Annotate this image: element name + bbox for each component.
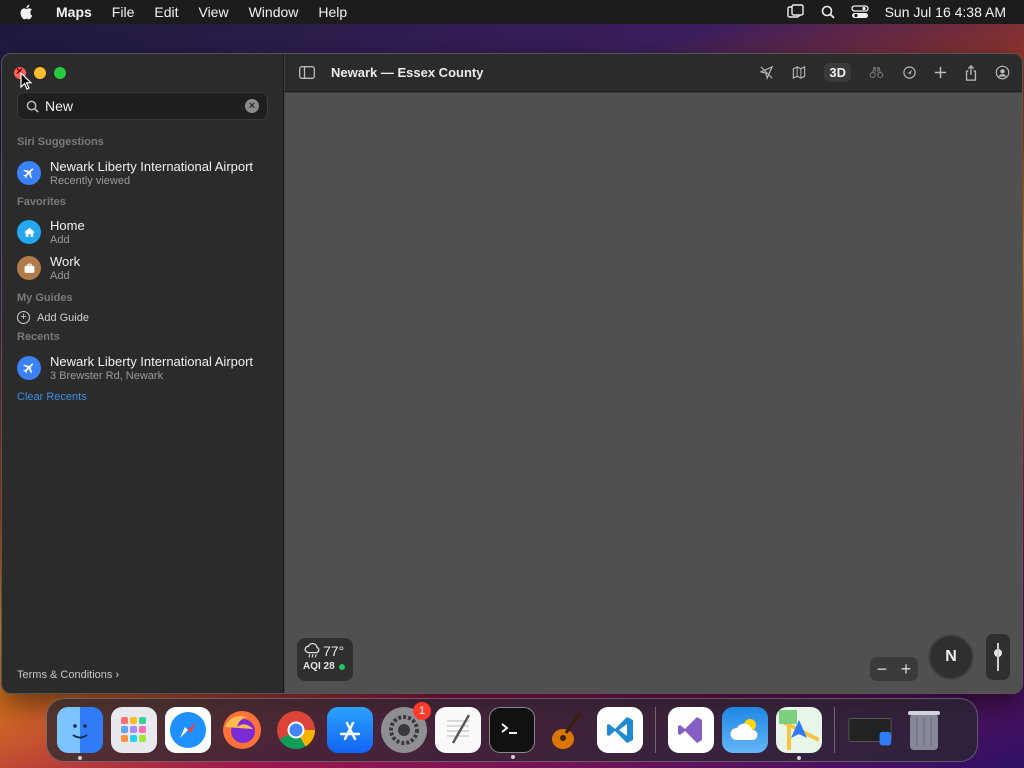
clear-recents-link[interactable]: Clear Recents	[17, 391, 87, 403]
add-icon[interactable]	[934, 66, 947, 79]
control-center-icon[interactable]	[850, 5, 869, 19]
airplane-icon	[17, 161, 41, 185]
menu-app-name[interactable]: Maps	[50, 4, 102, 20]
temperature: 77°	[323, 643, 345, 659]
minimize-window-button[interactable]	[34, 67, 46, 79]
dock-separator	[655, 707, 656, 753]
textedit-icon[interactable]	[435, 707, 481, 753]
menu-view[interactable]: View	[188, 4, 238, 20]
search-input[interactable]	[45, 98, 245, 114]
maps-window: × Siri Suggestions Newark Liberty Intern…	[1, 53, 1023, 694]
clear-search-icon[interactable]: ×	[245, 99, 259, 113]
apple-menu-icon[interactable]	[18, 3, 36, 21]
suggestion-subtitle: Recently viewed	[50, 175, 131, 187]
dock-separator	[834, 707, 835, 753]
zoom-controls: − +	[870, 657, 918, 681]
menu-bar: Maps File Edit View Window Help Sun Jul …	[0, 0, 1024, 24]
weather-widget[interactable]: 77° AQI 28	[297, 638, 353, 681]
aqi-value: AQI 28	[303, 661, 335, 672]
suggestion-title: Newark Liberty International Airport	[50, 159, 254, 174]
maps-app-icon[interactable]	[776, 707, 822, 760]
firefox-icon[interactable]	[219, 707, 265, 753]
downloads-stack-icon[interactable]	[847, 707, 893, 753]
terms-label: Terms & Conditions	[17, 669, 113, 681]
terminal-icon[interactable]	[489, 707, 535, 759]
favorite-title: Home	[50, 218, 85, 233]
aqi-status-dot	[338, 663, 345, 670]
menu-clock[interactable]: Sun Jul 16 4:38 AM	[885, 4, 1006, 20]
app-store-icon[interactable]	[327, 707, 373, 753]
mouse-cursor-icon	[20, 72, 32, 90]
favorite-subtitle: Add	[50, 234, 70, 246]
3d-toggle-button[interactable]: 3D	[824, 63, 851, 82]
rain-cloud-icon	[304, 643, 320, 658]
recent-item[interactable]: Newark Liberty International Airport 3 B…	[17, 352, 277, 384]
add-guide-button[interactable]: + Add Guide	[17, 311, 89, 324]
vscode-icon[interactable]	[597, 707, 643, 753]
compass-north-label: N	[945, 648, 957, 665]
map-mode-icon[interactable]	[791, 65, 807, 80]
siri-suggestion-item[interactable]: Newark Liberty International Airport Rec…	[17, 157, 277, 189]
finder-icon[interactable]	[57, 707, 103, 760]
menu-edit[interactable]: Edit	[144, 4, 188, 20]
garageband-icon[interactable]	[543, 707, 589, 753]
running-indicator	[511, 755, 515, 759]
terms-and-conditions-link[interactable]: Terms & Conditions ›	[17, 669, 119, 681]
favorite-title: Work	[50, 254, 81, 269]
toolbar: Newark — Essex County 3D	[285, 54, 1022, 92]
plus-circle-icon: +	[17, 311, 30, 324]
spotlight-search-icon[interactable]	[821, 5, 835, 19]
weather-app-icon[interactable]	[722, 707, 768, 753]
favorites-heading: Favorites	[17, 196, 66, 208]
chrome-icon[interactable]	[273, 707, 319, 753]
window-title: Newark — Essex County	[331, 65, 484, 80]
zoom-in-button[interactable]: +	[901, 659, 912, 680]
compass[interactable]: N	[928, 634, 974, 680]
tracking-icon[interactable]	[902, 65, 917, 80]
favorite-work[interactable]: Work Add	[17, 252, 277, 284]
running-indicator	[797, 756, 801, 760]
system-settings-icon[interactable]: 1	[381, 702, 431, 753]
running-indicator	[78, 756, 82, 760]
notification-badge: 1	[413, 702, 431, 720]
menu-file[interactable]: File	[102, 4, 145, 20]
zoom-window-button[interactable]	[54, 67, 66, 79]
briefcase-icon	[17, 256, 41, 280]
my-guides-heading: My Guides	[17, 292, 73, 304]
house-icon	[17, 220, 41, 244]
share-icon[interactable]	[964, 64, 978, 81]
favorite-subtitle: Add	[50, 270, 70, 282]
search-icon	[26, 100, 39, 113]
sidebar-toggle-icon[interactable]	[299, 66, 315, 79]
menu-window[interactable]: Window	[239, 4, 309, 20]
launchpad-icon[interactable]	[111, 707, 157, 753]
zoom-out-button[interactable]: −	[877, 659, 888, 680]
chevron-right-icon: ›	[115, 669, 120, 681]
visual-studio-icon[interactable]	[668, 707, 714, 753]
airplane-icon	[17, 356, 41, 380]
recent-subtitle: 3 Brewster Rd, Newark	[50, 370, 164, 382]
search-field[interactable]: ×	[17, 92, 268, 120]
safari-icon[interactable]	[165, 707, 211, 753]
recent-title: Newark Liberty International Airport	[50, 354, 254, 369]
dock: 1	[46, 698, 978, 762]
recents-heading: Recents	[17, 331, 60, 343]
location-arrow-icon[interactable]	[759, 65, 774, 80]
look-around-binoculars-icon[interactable]	[868, 65, 885, 80]
sidebar: × Siri Suggestions Newark Liberty Intern…	[2, 54, 284, 693]
menu-help[interactable]: Help	[308, 4, 357, 20]
siri-suggestions-heading: Siri Suggestions	[17, 136, 104, 148]
screen-mirroring-icon[interactable]	[786, 4, 805, 20]
pitch-slider[interactable]	[986, 634, 1010, 680]
map-canvas[interactable]: 77° AQI 28 − + N	[285, 93, 1022, 693]
trash-icon[interactable]	[901, 707, 947, 753]
add-guide-label: Add Guide	[37, 311, 89, 324]
account-icon[interactable]	[995, 65, 1010, 80]
favorite-home[interactable]: Home Add	[17, 216, 277, 248]
